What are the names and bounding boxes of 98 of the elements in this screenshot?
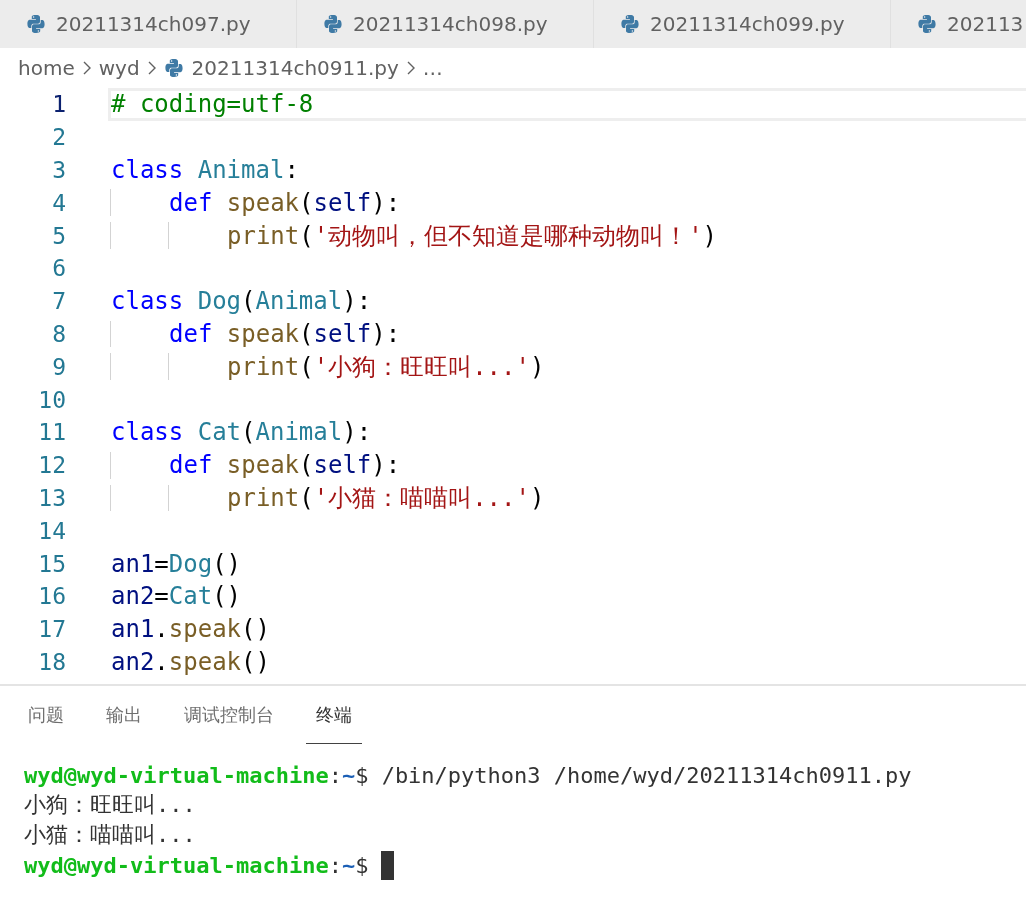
prompt-user: wyd@wyd-virtual-machine [24,762,329,788]
code-punctuation: ( [299,320,314,348]
python-icon [163,58,184,78]
line-number: 11 [37,419,67,446]
function-name: speak [168,647,242,676]
python-icon [620,14,640,34]
code-keyword: def [169,451,213,480]
python-icon [323,14,343,34]
string-literal: '小狗：旺旺叫...' [313,351,530,383]
code-punctuation: ): [371,188,401,217]
class-name: Dog [197,287,242,316]
line-number: 15 [37,550,67,577]
terminal-text: : [328,762,342,788]
code-punctuation: = [154,549,169,578]
function-name: print [227,352,300,381]
line-number: 7 [51,288,67,315]
class-name: Cat [197,418,242,447]
line-number: 13 [37,484,67,511]
line-number: 5 [51,222,67,249]
breadcrumb-item[interactable]: wyd [98,56,140,80]
code-punctuation: . [154,647,169,676]
line-number: 4 [51,189,67,216]
string-literal: '动物叫，但不知道是哪种动物叫！' [313,220,703,252]
breadcrumb-item[interactable]: home [18,56,75,80]
function-name: speak [226,320,300,348]
variable-name: self [313,451,372,480]
variable-name: self [313,320,372,348]
code-punctuation: () [241,647,270,676]
prompt-user: wyd@wyd-virtual-machine [24,852,329,878]
code-keyword: def [169,320,213,348]
line-number: 3 [51,157,67,183]
code-comment: # coding=utf-8 [111,90,314,119]
code-punctuation: ( [299,188,314,217]
class-name: Dog [168,549,213,578]
class-name: Animal [197,156,285,184]
prompt-path: ~ [341,852,356,878]
variable-name: an2 [111,647,155,676]
terminal-text: 小狗：旺旺叫... [24,791,196,819]
panel-tab[interactable]: 问题 [18,686,74,744]
line-number: 1 [51,91,67,118]
line-number: 2 [51,124,67,151]
line-number: 8 [51,320,67,347]
code-punctuation: ): [342,418,372,447]
line-number: 12 [37,452,67,479]
code-keyword: class [111,418,184,447]
code-punctuation: () [241,615,270,644]
code-keyword: class [111,287,184,316]
python-icon [26,14,46,34]
string-literal: '小猫：喵喵叫...' [313,482,530,514]
line-number: 18 [37,648,67,675]
terminal-text: 小猫：喵喵叫... [24,821,196,849]
code-punctuation: ( [241,418,256,447]
line-number: 10 [37,386,67,413]
code-punctuation: : [284,156,299,184]
panel-tab[interactable]: 终端 [306,686,362,744]
panel-tab[interactable]: 调试控制台 [174,686,284,744]
code-punctuation: ( [299,451,314,480]
code-punctuation: . [154,615,169,644]
code-punctuation: ( [299,352,314,381]
code-keyword: def [169,188,213,217]
code-punctuation: ( [241,287,256,316]
class-name: Cat [168,582,213,611]
line-number: 14 [37,517,67,544]
panel-tab[interactable]: 输出 [96,686,152,744]
code-punctuation: ( [299,221,314,250]
python-icon [917,14,937,34]
code-punctuation: ) [702,221,718,250]
line-number: 9 [51,353,67,380]
code-punctuation: ( [299,483,314,512]
class-name: Animal [255,287,343,316]
variable-name: an1 [111,615,155,644]
code-punctuation: ): [371,451,401,480]
terminal-text: : [328,852,342,878]
breadcrumb-more[interactable]: … [422,56,443,80]
function-name: print [227,221,300,250]
function-name: speak [226,188,300,217]
variable-name: an2 [111,582,155,611]
code-punctuation: () [212,582,242,611]
variable-name: self [313,188,372,217]
function-name: print [227,483,300,512]
terminal-text: $ [355,852,369,878]
code-punctuation: ): [371,320,401,348]
line-number: 17 [37,616,67,643]
code-punctuation: ): [342,287,372,316]
code-punctuation: ) [529,483,545,512]
code-punctuation: ) [529,352,545,381]
code-keyword: class [111,156,184,184]
line-number: 16 [37,583,67,610]
code-punctuation: = [154,582,169,611]
function-name: speak [168,615,242,644]
line-number: 6 [51,255,67,282]
code-punctuation: () [212,549,242,578]
terminal-text: $ /bin/python3 /home/wyd/20211314ch0911.py [355,762,912,788]
function-name: speak [226,451,300,480]
class-name: Animal [255,418,343,447]
prompt-path: ~ [341,762,356,788]
variable-name: an1 [111,549,155,578]
breadcrumb-item[interactable]: 20211314ch0911.py [191,56,399,80]
